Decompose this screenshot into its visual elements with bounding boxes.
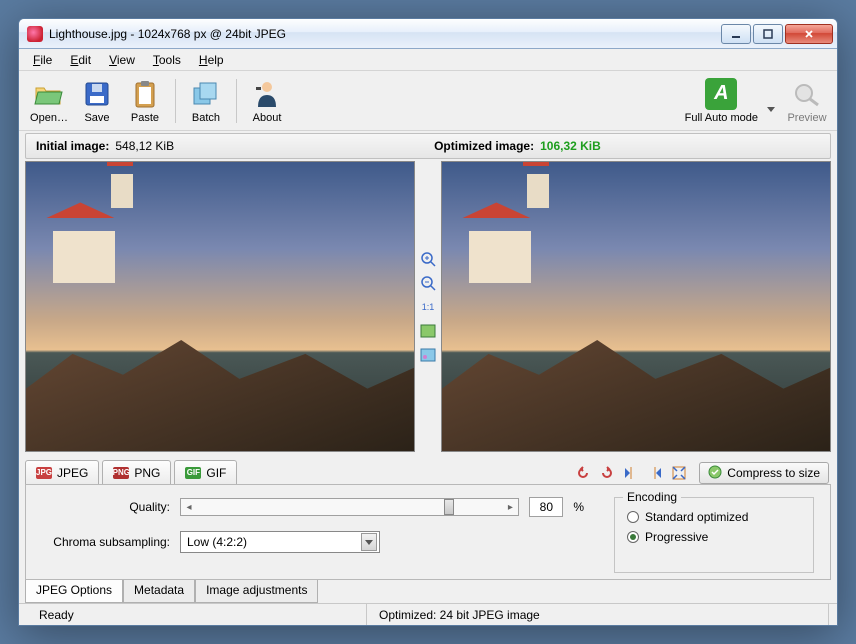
about-button[interactable]: About [243,74,291,128]
initial-size-label: Initial image: [36,139,109,153]
fullauto-button[interactable]: A Full Auto mode [678,74,765,128]
menu-view[interactable]: View [101,51,143,69]
fit-icon[interactable] [669,463,689,483]
compress-to-size-button[interactable]: Compress to size [699,462,829,484]
quality-slider[interactable]: ◂ ▸ [180,498,519,516]
batch-button[interactable]: Batch [182,74,230,128]
slider-left-arrow-icon[interactable]: ◂ [181,502,197,513]
flip-vertical-icon[interactable] [621,463,641,483]
slider-thumb[interactable] [444,499,454,515]
app-icon [27,26,43,42]
tab-jpeg-options[interactable]: JPEG Options [25,580,123,603]
optimized-size-label: Optimized image: [434,139,534,153]
slider-right-arrow-icon[interactable]: ▸ [502,502,518,513]
initial-size-value: 548,12 KiB [115,139,174,153]
radio-progressive[interactable]: Progressive [627,530,801,544]
preview-tools: 1:1 [415,161,441,452]
status-optimized: Optimized: 24 bit JPEG image [367,604,829,625]
dropdown-arrow-icon[interactable] [361,533,377,551]
encoding-group: Encoding Standard optimized Progressive [614,497,814,573]
jpeg-icon: JPG [36,467,52,479]
flip-horizontal-icon[interactable] [645,463,665,483]
tab-metadata[interactable]: Metadata [123,580,195,603]
toolbar-separator [236,79,237,123]
preview-row: 1:1 [19,161,837,452]
optimized-preview[interactable] [441,161,831,452]
chroma-label: Chroma subsampling: [42,535,170,549]
magnifier-icon [791,78,823,110]
tab-jpeg[interactable]: JPGJPEG [25,460,99,484]
quality-unit: % [573,500,584,514]
rotate-cw-icon[interactable] [597,463,617,483]
app-window: Lighthouse.jpg - 1024x768 px @ 24bit JPE… [18,18,838,626]
window-title: Lighthouse.jpg - 1024x768 px @ 24bit JPE… [49,27,719,41]
statusbar: Ready Optimized: 24 bit JPEG image [19,603,837,625]
fit-width-icon[interactable] [419,346,437,364]
format-tabs-row: JPGJPEG PNGPNG GIFGIF Compress to size [25,456,831,484]
bottom-tabs: JPEG Options Metadata Image adjustments [25,580,831,603]
png-icon: PNG [113,467,129,479]
options-panel: Quality: ◂ ▸ 80 % Chroma subsampling: Lo… [25,484,831,580]
quality-label: Quality: [42,500,170,514]
menu-edit[interactable]: Edit [62,51,99,69]
floppy-icon [81,78,113,110]
radio-icon [627,531,639,543]
tab-png[interactable]: PNGPNG [102,460,171,484]
zoom-out-icon[interactable] [419,274,437,292]
person-icon [251,78,283,110]
quality-value-input[interactable]: 80 [529,497,563,517]
encoding-title: Encoding [623,490,681,504]
titlebar[interactable]: Lighthouse.jpg - 1024x768 px @ 24bit JPE… [19,19,837,49]
rotate-ccw-icon[interactable] [573,463,593,483]
menu-tools[interactable]: Tools [145,51,189,69]
clipboard-icon [129,78,161,110]
fullauto-dropdown-icon[interactable] [767,107,775,112]
original-preview[interactable] [25,161,415,452]
auto-icon: A [705,78,737,110]
radio-icon [627,511,639,523]
size-info-bar: Initial image: 548,12 KiB Optimized imag… [25,133,831,159]
close-button[interactable] [785,24,833,44]
tab-gif[interactable]: GIFGIF [174,460,237,484]
radio-standard[interactable]: Standard optimized [627,510,801,524]
paste-button[interactable]: Paste [121,74,169,128]
save-button[interactable]: Save [73,74,121,128]
toolbar-separator [175,79,176,123]
tab-image-adjustments[interactable]: Image adjustments [195,580,318,603]
zoom-1to1-button[interactable]: 1:1 [419,298,437,316]
menubar: File Edit View Tools Help [19,49,837,71]
preview-button[interactable]: Preview [783,74,831,128]
compress-icon [708,465,722,482]
menu-file[interactable]: File [25,51,60,69]
status-ready: Ready [27,604,367,625]
folder-open-icon [33,78,65,110]
chroma-combobox[interactable]: Low (4:2:2) [180,531,380,553]
zoom-in-icon[interactable] [419,250,437,268]
maximize-button[interactable] [753,24,783,44]
toolbar: Open… Save Paste Batch About A Full Auto… [19,71,837,131]
fit-window-icon[interactable] [419,322,437,340]
gif-icon: GIF [185,467,201,479]
batch-icon [190,78,222,110]
minimize-button[interactable] [721,24,751,44]
open-button[interactable]: Open… [25,74,73,128]
menu-help[interactable]: Help [191,51,232,69]
optimized-size-value: 106,32 KiB [540,139,601,153]
